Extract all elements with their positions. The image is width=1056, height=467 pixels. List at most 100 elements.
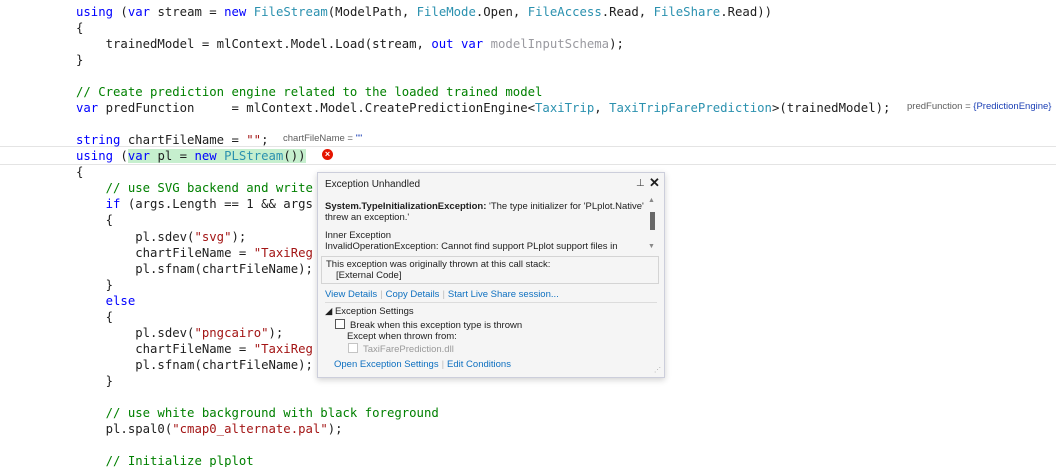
code-token: pl.sdev( xyxy=(76,326,195,340)
open-exception-settings-link[interactable]: Open Exception Settings xyxy=(334,359,439,370)
code-token: >(trainedModel); xyxy=(771,101,891,115)
exception-settings-toggle[interactable]: ◢ Exception Settings xyxy=(325,306,414,317)
inner-exception-header: Inner Exception xyxy=(325,230,392,241)
code-token: pl.spal0( xyxy=(76,422,173,436)
highlighted-statement: var pl = new PLStream()) xyxy=(127,149,306,163)
code-line[interactable]: trainedModel = mlContext.Model.Load(stre… xyxy=(76,35,624,53)
code-line[interactable]: { xyxy=(76,211,113,229)
scroll-up-icon[interactable]: ▲ xyxy=(648,197,655,204)
message-scrollbar[interactable]: ▲ ▼ xyxy=(648,197,656,255)
code-line[interactable]: var predFunction = mlContext.Model.Creat… xyxy=(76,99,890,117)
code-token: , xyxy=(594,101,610,115)
exception-message: System.TypeInitializationException: 'The… xyxy=(325,201,647,223)
code-token: string xyxy=(76,133,121,147)
code-token: .Read)) xyxy=(720,5,773,19)
code-token: ); xyxy=(231,230,247,244)
code-token: out xyxy=(431,37,454,51)
code-line-current[interactable]: using (var pl = new PLStream()) xyxy=(76,147,306,165)
datatip-pred-function[interactable]: predFunction = {PredictionEngine} xyxy=(907,101,1051,113)
break-when-thrown-option[interactable]: Break when this exception type is thrown xyxy=(335,319,522,331)
code-token: var xyxy=(127,149,151,163)
pin-icon[interactable]: ⊥ xyxy=(636,178,645,189)
code-token: FileMode xyxy=(416,5,476,19)
copy-details-link[interactable]: Copy Details xyxy=(386,289,440,300)
code-token: ); xyxy=(327,422,343,436)
link-separator: | xyxy=(441,359,445,370)
code-token: .Open, xyxy=(475,5,528,19)
code-token: else xyxy=(105,294,136,308)
code-token: new xyxy=(224,5,247,19)
dll-label: TaxiFarePrediction.dll xyxy=(363,344,454,355)
code-token: using xyxy=(76,5,114,19)
code-token: stream = xyxy=(150,5,225,19)
divider xyxy=(325,302,657,303)
code-token: if xyxy=(105,197,121,211)
exception-type: System.TypeInitializationException: xyxy=(325,201,487,212)
code-token: var xyxy=(76,101,99,115)
code-token: var xyxy=(461,37,484,51)
code-token: FileShare xyxy=(653,5,721,19)
code-token: (args.Length == 1 && args xyxy=(120,197,313,211)
datatip-value: "" xyxy=(355,133,363,144)
call-stack-frame: [External Code] xyxy=(336,270,402,281)
scroll-down-icon[interactable]: ▼ xyxy=(648,243,655,250)
code-line[interactable]: using (var stream = new FileStream(Model… xyxy=(76,3,772,21)
link-separator: | xyxy=(442,289,445,300)
code-token: var xyxy=(127,5,151,19)
code-line[interactable]: } xyxy=(76,372,113,390)
code-token: modelInputSchema xyxy=(490,37,610,51)
code-token: trainedModel = mlContext.Model.Load(stre… xyxy=(76,37,432,51)
code-token: ); xyxy=(609,37,624,51)
code-token: ()) xyxy=(283,149,306,163)
edit-conditions-link[interactable]: Edit Conditions xyxy=(447,359,511,370)
code-token: pl.sdev( xyxy=(76,230,195,244)
code-comment[interactable]: // Initialize plplot xyxy=(76,452,254,467)
code-token: chartFileName = xyxy=(76,342,254,356)
scroll-thumb[interactable] xyxy=(650,212,655,230)
resize-grip-icon[interactable]: ⋰ xyxy=(654,366,661,374)
break-label: Break when this exception type is thrown xyxy=(350,320,523,331)
call-stack-caption: This exception was originally thrown at … xyxy=(326,259,551,270)
code-token: ( xyxy=(113,5,128,19)
code-token: "svg" xyxy=(194,230,232,244)
code-token: ( xyxy=(113,149,128,163)
datatip-chart-file-name[interactable]: chartFileName = "" xyxy=(283,133,362,145)
code-line[interactable]: pl.spal0("cmap0_alternate.pal"); xyxy=(76,420,343,438)
code-token: FileStream xyxy=(253,5,328,19)
break-checkbox[interactable] xyxy=(335,319,345,329)
code-token: predFunction = mlContext.Model.CreatePre… xyxy=(98,101,536,115)
link-separator: | xyxy=(380,289,383,300)
close-icon[interactable]: ✕ xyxy=(649,175,660,191)
code-token: "cmap0_alternate.pal" xyxy=(172,422,328,436)
code-token: "pngcairo" xyxy=(194,326,269,340)
code-token: new xyxy=(194,149,217,163)
code-token: ); xyxy=(268,326,284,340)
code-line[interactable]: } xyxy=(76,51,83,69)
except-when-label: Except when thrown from: xyxy=(347,331,457,342)
code-token: (ModelPath, xyxy=(327,5,417,19)
code-token: .Read, xyxy=(601,5,654,19)
datatip-value: {PredictionEngine} xyxy=(973,101,1052,112)
live-share-link[interactable]: Start Live Share session... xyxy=(448,289,559,300)
code-token: TaxiTrip xyxy=(535,101,595,115)
code-token: FileAccess xyxy=(527,5,602,19)
code-token: ; xyxy=(261,133,269,147)
code-token: "TaxiReg xyxy=(253,246,313,260)
dll-option: TaxiFarePrediction.dll xyxy=(348,343,454,355)
datatip-label: predFunction = xyxy=(907,101,974,112)
inner-exception-text: InvalidOperationException: Cannot find s… xyxy=(325,241,618,252)
view-details-link[interactable]: View Details xyxy=(325,289,377,300)
exception-helper-popup[interactable]: Exception Unhandled ⊥ ✕ System.TypeIniti… xyxy=(317,172,665,378)
error-icon[interactable]: × xyxy=(322,149,333,160)
code-token: pl = xyxy=(150,149,195,163)
dll-checkbox xyxy=(348,343,358,353)
popup-title: Exception Unhandled xyxy=(325,179,421,190)
code-token: TaxiTripFarePrediction xyxy=(609,101,772,115)
code-token: "" xyxy=(246,133,262,147)
